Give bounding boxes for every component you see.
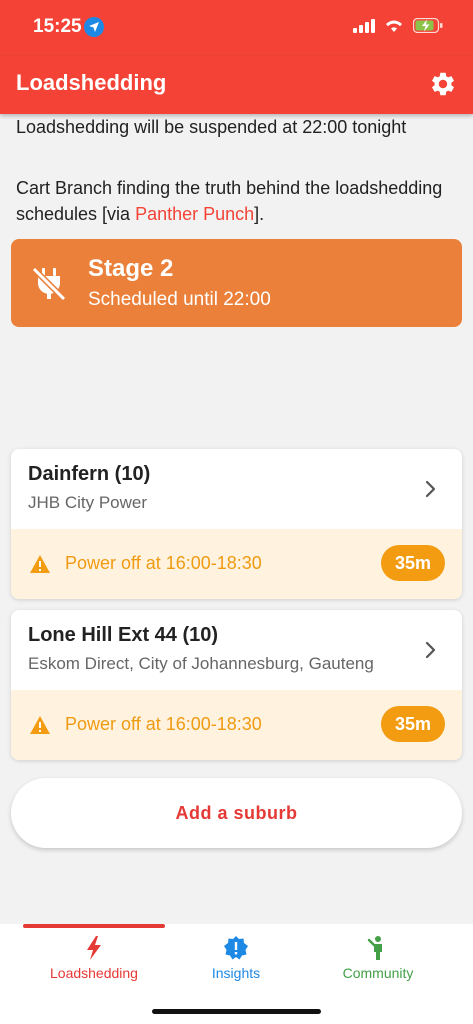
outage-alert: Power off at 16:00-18:30 35m [11,690,462,760]
outage-time: Power off at 16:00-18:30 [65,553,262,573]
warning-icon [30,555,50,573]
suburb-card: Dainfern (10) JHB City Power Power off a… [11,449,462,599]
stage-card[interactable]: Stage 2 Scheduled until 22:00 [11,239,462,327]
countdown-badge: 35m [381,706,445,742]
tab-label: Insights [211,965,261,981]
notice-article-link[interactable]: Panther Punch [135,204,254,224]
app-bar: Loadshedding [0,56,473,114]
suburb-provider: Eskom Direct, City of Johannesburg, Gaut… [28,654,374,673]
tab-loadshedding[interactable]: Loadshedding [15,932,173,992]
battery-charging-icon [413,18,443,33]
signal-icon [353,18,375,33]
suburb-name: Lone Hill Ext 44 (10) [28,624,219,646]
notice-suspension: Loadshedding will be suspended at 22:00 … [16,117,407,137]
status-icons [353,18,443,33]
outage-time: Power off at 16:00-18:30 [65,714,262,734]
countdown-badge: 35m [381,545,445,581]
person-icon [367,936,382,960]
add-suburb-button[interactable]: Add a suburb [11,778,462,848]
tab-community[interactable]: Community [299,932,457,992]
notice-article-suffix: ]. [254,204,265,224]
wifi-icon [386,20,402,32]
chevron-right-icon [425,480,436,498]
warning-icon [30,716,50,734]
suburb-card: Lone Hill Ext 44 (10) Eskom Direct, City… [11,610,462,760]
outage-alert: Power off at 16:00-18:30 35m [11,529,462,599]
location-arrow-icon [84,17,104,37]
suburb-provider: JHB City Power [28,493,148,512]
status-time: 15:25 [33,16,82,37]
stage-title: Stage 2 [88,255,174,282]
alert-badge-icon [224,936,248,960]
suburb-header[interactable]: Dainfern (10) JHB City Power [11,449,462,529]
tab-insights[interactable]: Insights [157,932,315,992]
tab-label: Loadshedding [50,965,138,981]
lightning-icon [87,936,101,960]
active-tab-indicator [23,924,165,928]
page-title: Loadshedding [16,70,167,95]
suburb-header[interactable]: Lone Hill Ext 44 (10) Eskom Direct, City… [11,610,462,690]
status-bar: 15:25 [0,0,473,56]
chevron-right-icon [425,641,436,659]
tab-label: Community [342,965,414,981]
plug-off-icon [31,266,67,302]
home-indicator [152,1009,321,1014]
settings-gear-icon[interactable] [429,70,457,98]
stage-subtitle: Scheduled until 22:00 [88,289,271,310]
suburb-name: Dainfern (10) [28,463,151,485]
notice-article: Cart Branch finding the truth behind the… [16,175,456,227]
